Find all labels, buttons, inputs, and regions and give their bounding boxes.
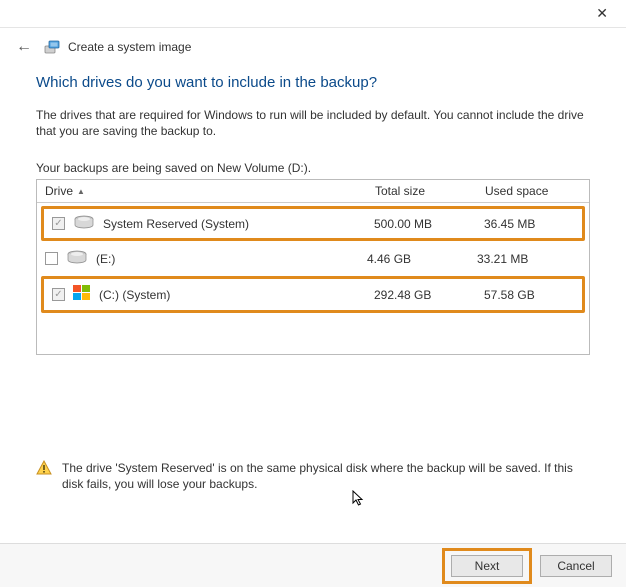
sort-ascending-icon: ▲ (77, 187, 85, 196)
drive-total-size: 4.46 GB (367, 252, 477, 266)
warning-icon (36, 460, 52, 476)
page-heading: Which drives do you want to include in t… (36, 74, 590, 91)
column-header-drive[interactable]: Drive ▲ (37, 180, 367, 202)
drive-used-space: 57.58 GB (484, 288, 574, 302)
dialog-footer: Next Cancel (0, 543, 626, 587)
drive-total-size: 500.00 MB (374, 217, 484, 231)
cancel-button[interactable]: Cancel (540, 555, 612, 577)
drive-checkbox: ✓ (52, 288, 65, 301)
drive-total-size: 292.48 GB (374, 288, 484, 302)
warning-text: The drive 'System Reserved' is on the sa… (62, 460, 590, 492)
table-row[interactable]: (E:) 4.46 GB33.21 MB (37, 244, 589, 273)
column-header-total[interactable]: Total size (367, 180, 477, 202)
drive-used-space: 33.21 MB (477, 252, 581, 266)
system-image-icon (44, 39, 60, 55)
checkmark-icon: ✓ (54, 290, 62, 300)
table-row[interactable]: ✓ (C:) (System) 292.48 GB57.58 GB (41, 276, 585, 313)
hdd-icon (73, 215, 95, 229)
column-header-drive-label: Drive (45, 184, 73, 198)
next-button[interactable]: Next (451, 555, 523, 577)
save-location-text: Your backups are being saved on New Volu… (36, 161, 590, 175)
drive-name: System Reserved (System) (103, 217, 249, 231)
drive-checkbox[interactable] (45, 252, 58, 265)
page-description: The drives that are required for Windows… (36, 107, 590, 139)
drive-used-space: 36.45 MB (484, 217, 574, 231)
wizard-title: Create a system image (68, 40, 191, 54)
mouse-cursor-icon (352, 490, 366, 508)
drive-checkbox: ✓ (52, 217, 65, 230)
checkmark-icon: ✓ (54, 219, 62, 229)
drive-name: (E:) (96, 252, 115, 266)
table-header: Drive ▲ Total size Used space (37, 180, 589, 203)
close-icon[interactable]: ✕ (588, 1, 616, 26)
windows-drive-icon (73, 285, 91, 301)
drive-name: (C:) (System) (99, 288, 170, 302)
hdd-icon (66, 250, 88, 264)
back-button[interactable]: ← (14, 38, 34, 56)
column-header-used[interactable]: Used space (477, 180, 589, 202)
table-row[interactable]: ✓ System Reserved (System) 500.00 MB36.45 … (41, 206, 585, 241)
drive-table: Drive ▲ Total size Used space ✓ System Re… (36, 179, 590, 355)
